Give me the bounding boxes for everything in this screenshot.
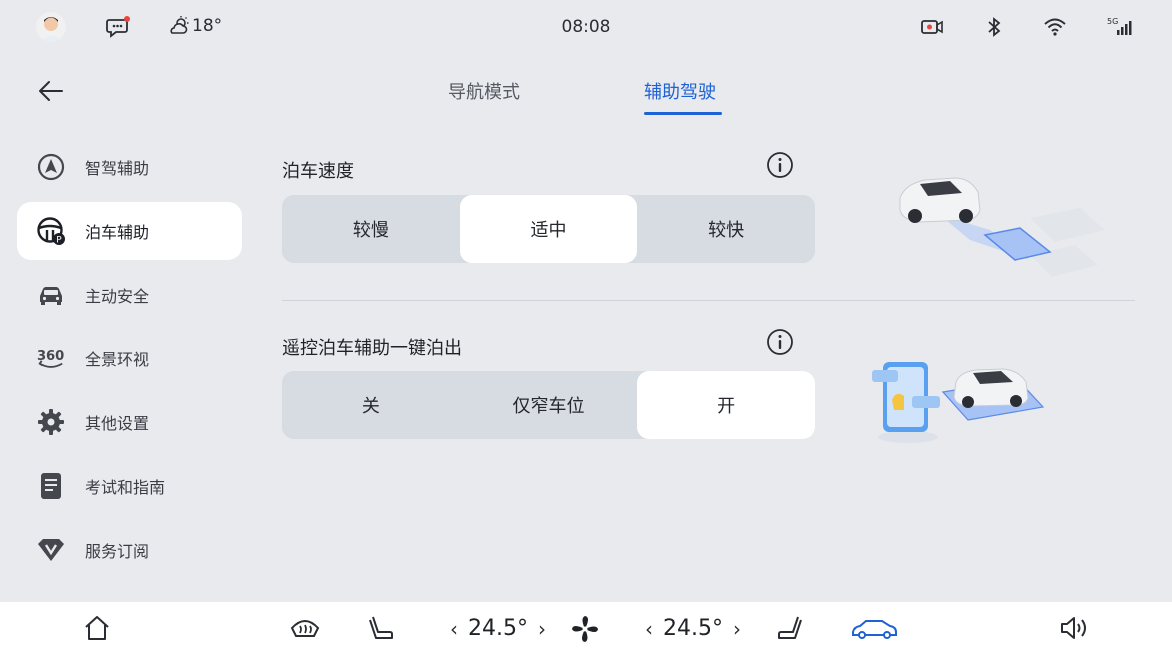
sidebar-item-label: 全景环视: [85, 350, 150, 370]
diamond-v-icon: [36, 535, 66, 565]
sidebar-item-label: 其他设置: [85, 414, 150, 434]
document-icon: [36, 471, 66, 501]
speed-option-fast[interactable]: 较快: [637, 195, 815, 263]
remote-option-on[interactable]: 开: [637, 371, 815, 439]
right-temp-decrease-button[interactable]: ‹: [645, 617, 653, 641]
sidebar-item-label: 服务订阅: [85, 541, 150, 561]
sidebar-item-panorama[interactable]: 360 全景环视: [17, 329, 242, 387]
right-seat-heat-icon[interactable]: [776, 614, 804, 646]
active-tab-indicator: [644, 112, 722, 115]
home-icon[interactable]: [83, 614, 111, 646]
remote-option-off[interactable]: 关: [282, 371, 460, 439]
right-temp-increase-button[interactable]: ›: [733, 617, 741, 641]
sidebar-item-smart-driving[interactable]: 智驾辅助: [17, 138, 242, 196]
sidebar-item-other-settings[interactable]: 其他设置: [17, 393, 242, 451]
speed-option-medium[interactable]: 适中: [459, 195, 638, 263]
steering-wheel-parking-icon: P: [36, 216, 66, 246]
wifi-icon[interactable]: [1043, 16, 1067, 42]
volume-icon[interactable]: [1059, 614, 1091, 646]
dashcam-icon[interactable]: [920, 16, 944, 42]
signal-label: 5G: [1107, 17, 1118, 26]
remote-parking-selector: 关 仅窄车位 开: [282, 371, 815, 439]
sidebar-item-active-safety[interactable]: 主动安全: [17, 266, 242, 324]
parking-speed-illustration: [880, 160, 1110, 284]
tab-assisted-driving[interactable]: 辅助驾驶: [644, 78, 716, 104]
left-temperature-control: ‹ 24.5° ›: [440, 616, 556, 641]
sidebar-item-parking-assist[interactable]: P 泊车辅助: [17, 201, 242, 260]
info-icon[interactable]: [766, 151, 794, 179]
sidebar-item-label: 智驾辅助: [85, 159, 150, 178]
navigation-icon: [36, 152, 66, 182]
left-seat-heat-icon[interactable]: [367, 614, 395, 646]
parking-speed-selector: 较慢 适中 较快: [282, 195, 815, 263]
section-divider: [282, 300, 1135, 301]
svg-text:P: P: [56, 235, 62, 245]
car-icon: [36, 280, 66, 310]
right-temperature-value: 24.5°: [663, 616, 723, 641]
sidebar-item-exam-guide[interactable]: 考试和指南: [17, 457, 242, 515]
front-defrost-icon[interactable]: [289, 614, 321, 646]
speed-option-slow[interactable]: 较慢: [282, 195, 460, 263]
remote-parking-illustration: [868, 352, 1048, 456]
360-view-icon: 360: [36, 343, 66, 373]
tab-navigation-mode[interactable]: 导航模式: [448, 78, 520, 104]
fan-icon[interactable]: [570, 614, 600, 648]
sidebar-item-label: 考试和指南: [85, 477, 166, 497]
sidebar-item-subscription[interactable]: 服务订阅: [17, 521, 242, 579]
vehicle-control-icon[interactable]: [850, 618, 898, 644]
right-temperature-control: ‹ 24.5° ›: [635, 616, 751, 641]
top-tabs: 导航模式 辅助驾驶: [0, 78, 1172, 118]
left-temp-increase-button[interactable]: ›: [538, 617, 546, 641]
sidebar-item-label: 主动安全: [85, 286, 150, 306]
info-icon[interactable]: [766, 328, 794, 356]
remote-option-narrow-only[interactable]: 仅窄车位: [460, 371, 638, 439]
status-bar: 18° 08:08 5G: [0, 0, 1172, 56]
cellular-signal-icon[interactable]: 5G: [1107, 16, 1135, 42]
sidebar: 智驾辅助 P 泊车辅助 主动安全 360 全景环视 其他设置 考试和指南 服务订: [17, 138, 242, 585]
parking-speed-title: 泊车速度: [282, 161, 354, 182]
bluetooth-icon[interactable]: [985, 16, 1003, 42]
bottom-control-bar: ‹ 24.5° › ‹ 24.5° ›: [0, 602, 1172, 659]
left-temperature-value: 24.5°: [468, 616, 528, 641]
left-temp-decrease-button[interactable]: ‹: [450, 617, 458, 641]
sidebar-item-label: 泊车辅助: [85, 222, 150, 242]
gear-icon: [36, 407, 66, 437]
remote-parking-title: 遥控泊车辅助一键泊出: [282, 338, 462, 359]
